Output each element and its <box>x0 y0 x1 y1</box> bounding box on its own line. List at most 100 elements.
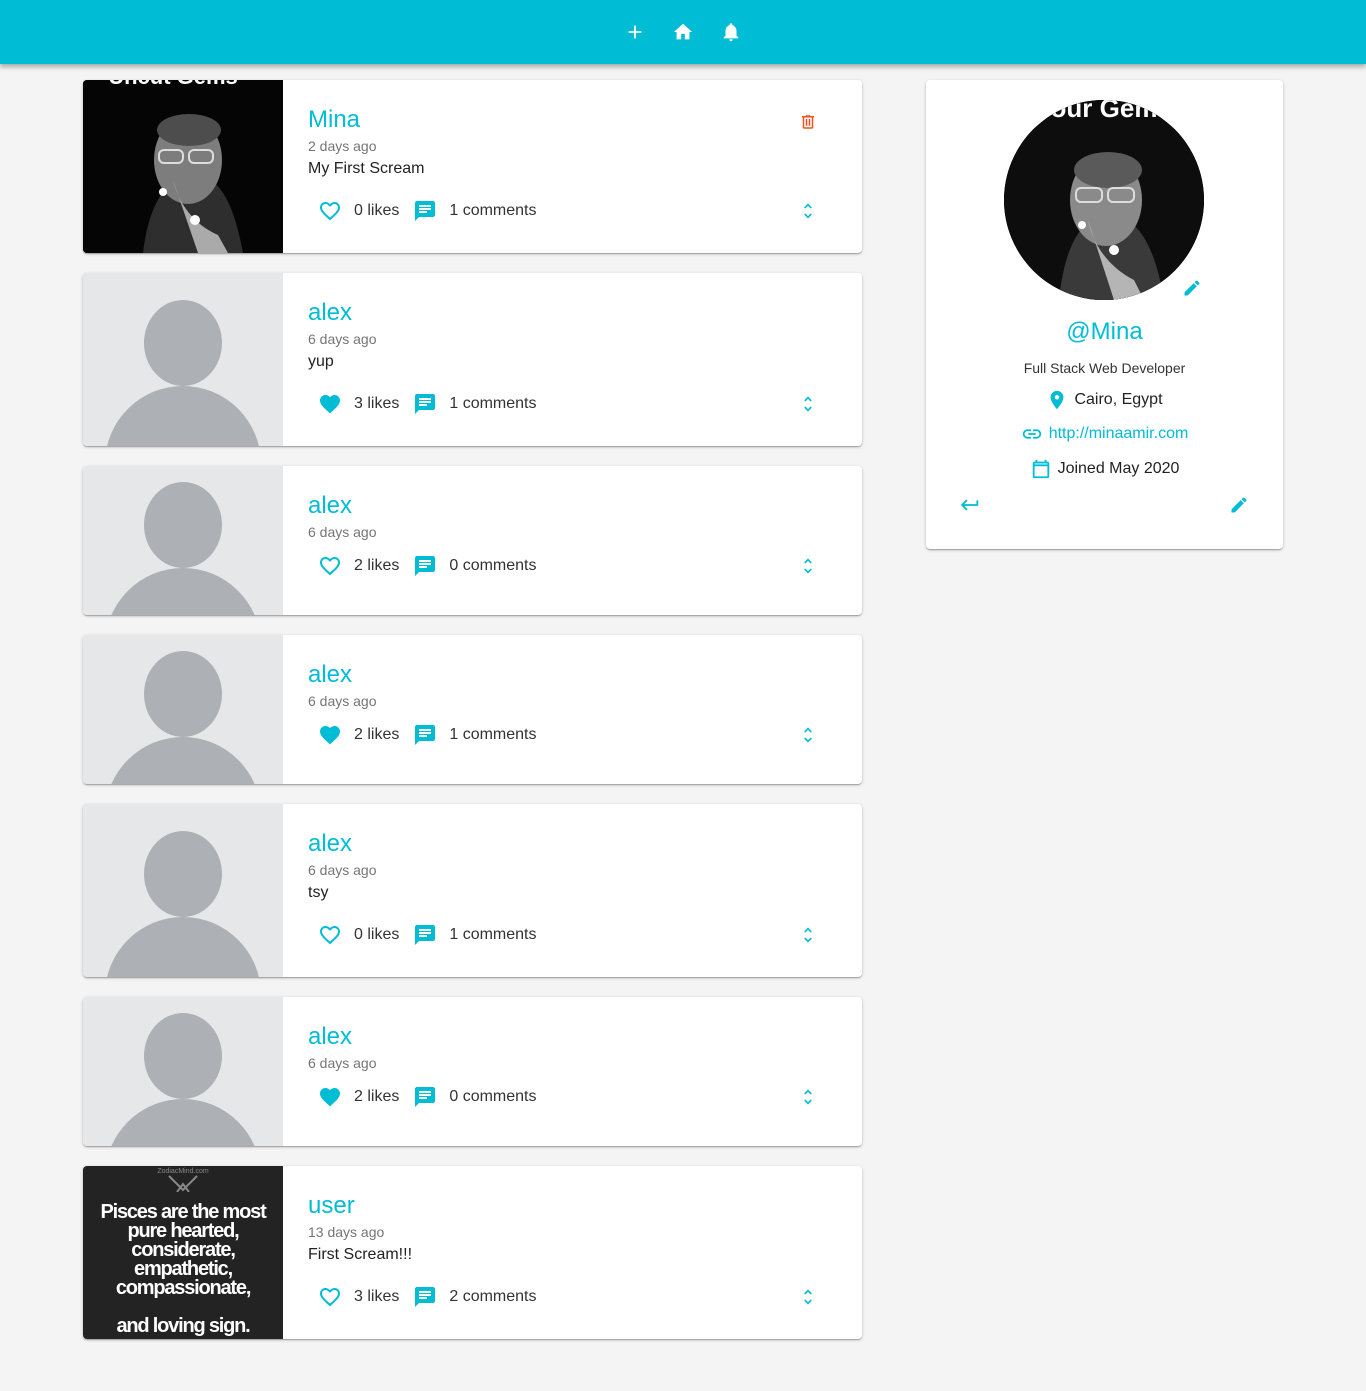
profile-avatar: our Gem <box>1004 100 1204 300</box>
expand-scream-button[interactable] <box>796 1085 820 1109</box>
delete-scream-button[interactable] <box>796 110 820 134</box>
favorite-icon <box>320 726 340 745</box>
keyboard-return-icon <box>960 499 979 511</box>
scream-user-handle[interactable]: alex <box>308 492 837 520</box>
scream-user-handle[interactable]: user <box>308 1192 837 1220</box>
quote-line: and loving sign. <box>116 1315 250 1337</box>
favorite-border-icon <box>320 1288 340 1307</box>
scream-user-handle[interactable]: Mina <box>308 106 837 134</box>
scream-time: 2 days ago <box>308 138 377 154</box>
chat-icon <box>415 1287 436 1307</box>
like-button[interactable] <box>318 1285 342 1309</box>
avatar-head-shape <box>144 482 222 568</box>
scream-content: Mina 2 days ago My First Scream 0 likes … <box>283 80 862 253</box>
like-button[interactable] <box>318 554 342 578</box>
edit-avatar-button[interactable] <box>1180 276 1204 300</box>
profile-handle-link[interactable]: @Mina <box>926 318 1283 346</box>
comments-button[interactable] <box>413 199 437 223</box>
location-text: Cairo, Egypt <box>1074 391 1163 408</box>
scream-content: alex 6 days ago 2 likes 0 comments <box>283 997 862 1146</box>
website-link[interactable]: http://minaamir.com <box>1049 424 1189 444</box>
comments-count: 2 comments <box>449 1288 537 1305</box>
home-icon <box>673 23 693 40</box>
avatar-head-shape <box>144 831 222 917</box>
user-photo: Uncut Gems <box>83 80 283 253</box>
scream-card: ZodiacMind.com Pisces are the most pure he… <box>83 1166 862 1339</box>
scream-body: yup <box>308 353 334 370</box>
edit-details-button[interactable] <box>1227 493 1251 517</box>
chat-icon <box>415 725 436 745</box>
home-button[interactable] <box>669 18 697 46</box>
profile-card: our Gem @Mina Full Stack Web Developer C… <box>926 80 1283 549</box>
scream-content: user 13 days ago First Scream!!! 3 likes… <box>283 1166 862 1339</box>
like-button[interactable] <box>318 923 342 947</box>
unfold-more-icon <box>804 1089 812 1105</box>
scream-user-handle[interactable]: alex <box>308 661 837 689</box>
edit-icon <box>1184 280 1200 296</box>
comments-count: 1 comments <box>449 726 537 743</box>
scream-user-handle[interactable]: alex <box>308 830 837 858</box>
likes-count: 2 likes <box>354 1088 400 1105</box>
scream-time: 6 days ago <box>308 693 377 709</box>
favorite-icon <box>320 1088 340 1107</box>
scream-actions: 2 likes 1 comments <box>318 723 551 747</box>
favorite-border-icon <box>320 926 340 945</box>
like-button[interactable] <box>318 1085 342 1109</box>
scream-actions: 0 likes 1 comments <box>318 199 551 223</box>
avatar-body-shape <box>105 568 261 615</box>
scream-time: 6 days ago <box>308 524 377 540</box>
expand-scream-button[interactable] <box>796 923 820 947</box>
like-button[interactable] <box>318 199 342 223</box>
notifications-button[interactable] <box>717 18 745 46</box>
unfold-more-icon <box>804 727 812 743</box>
blank-avatar-image <box>83 635 283 784</box>
likes-count: 3 likes <box>354 395 400 412</box>
scream-body: My First Scream <box>308 160 425 177</box>
chat-icon <box>415 394 436 414</box>
scream-user-handle[interactable]: alex <box>308 1023 837 1051</box>
comments-button[interactable] <box>413 1085 437 1109</box>
expand-scream-button[interactable] <box>796 392 820 416</box>
scream-time: 6 days ago <box>308 1055 377 1071</box>
favorite-border-icon <box>320 202 340 221</box>
unfold-more-icon <box>804 927 812 943</box>
scream-actions: 3 likes 2 comments <box>318 1285 551 1309</box>
app-bar <box>0 0 1366 64</box>
avatar-head-shape <box>144 1013 222 1099</box>
scream-user-handle[interactable]: alex <box>308 299 837 327</box>
avatar-head-shape <box>144 651 222 737</box>
comments-button[interactable] <box>413 554 437 578</box>
comments-button[interactable] <box>413 1285 437 1309</box>
quote-image: ZodiacMind.com Pisces are the most pure he… <box>83 1166 283 1339</box>
profile-website: http://minaamir.com <box>926 423 1283 445</box>
profile-photo: our Gem <box>1004 100 1204 300</box>
likes-count: 2 likes <box>354 557 400 574</box>
logout-button[interactable] <box>958 493 982 517</box>
delete-icon <box>802 115 814 129</box>
expand-scream-button[interactable] <box>796 554 820 578</box>
notifications-icon <box>723 23 739 42</box>
blank-avatar-image <box>83 804 283 977</box>
scream-card: alex 6 days ago tsy 0 likes 1 comments <box>83 804 862 977</box>
like-button[interactable] <box>318 723 342 747</box>
chat-icon <box>415 1087 436 1107</box>
comments-button[interactable] <box>413 723 437 747</box>
likes-count: 3 likes <box>354 1288 400 1305</box>
scream-time: 6 days ago <box>308 862 377 878</box>
comments-button[interactable] <box>413 923 437 947</box>
scream-actions: 2 likes 0 comments <box>318 554 551 578</box>
expand-scream-button[interactable] <box>796 723 820 747</box>
comments-count: 0 comments <box>449 557 537 574</box>
scream-card: alex 6 days ago yup 3 likes 1 comments <box>83 273 862 446</box>
chat-icon <box>415 201 436 221</box>
quote-image-header: ZodiacMind.com <box>83 1166 283 1193</box>
scream-body: First Scream!!! <box>308 1246 413 1263</box>
add-post-button[interactable] <box>621 18 649 46</box>
comments-button[interactable] <box>413 392 437 416</box>
calendar-icon <box>1032 459 1049 479</box>
unfold-more-icon <box>804 203 812 219</box>
like-button[interactable] <box>318 392 342 416</box>
location-icon <box>1051 390 1064 410</box>
expand-scream-button[interactable] <box>796 1285 820 1309</box>
expand-scream-button[interactable] <box>796 199 820 223</box>
